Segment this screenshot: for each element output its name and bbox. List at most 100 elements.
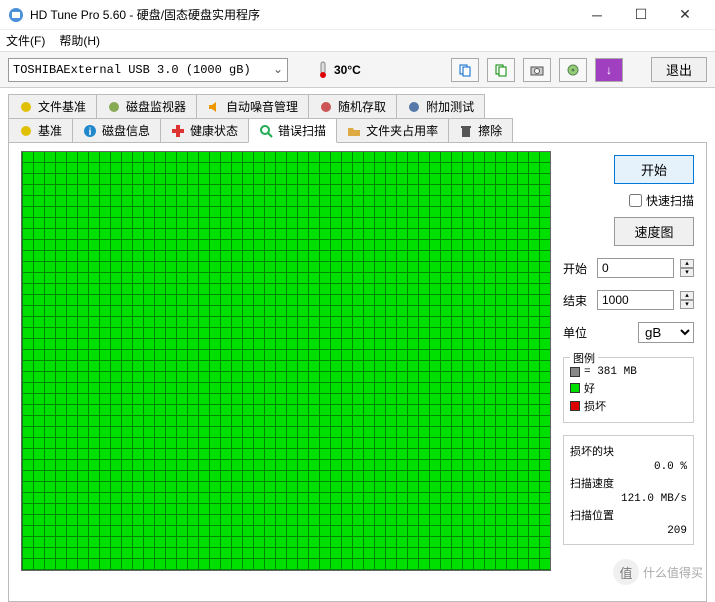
start-spinner[interactable]: ▴▾	[680, 259, 694, 277]
legend-block-label: = 381 MB	[584, 366, 637, 378]
tab-擦除[interactable]: 擦除	[448, 118, 513, 143]
damaged-value: 0.0 %	[570, 461, 687, 473]
tab-随机存取[interactable]: 随机存取	[308, 94, 397, 119]
copy-icon	[458, 63, 472, 77]
toolbar: TOSHIBAExternal USB 3.0 (1000 gB) ⌄ 30°C…	[0, 52, 715, 88]
tab-label: 自动噪音管理	[226, 98, 298, 115]
unit-select[interactable]: gB	[638, 322, 694, 343]
gear-icon	[566, 63, 580, 77]
tab-label: 磁盘信息	[102, 122, 150, 139]
legend-title: 图例	[570, 350, 598, 366]
tab-自动噪音管理[interactable]: 自动噪音管理	[196, 94, 309, 119]
tab-label: 文件夹占用率	[366, 122, 438, 139]
random-icon	[319, 100, 333, 114]
copy-button[interactable]	[451, 58, 479, 82]
end-label: 结束	[563, 292, 591, 309]
copy-text-button[interactable]	[487, 58, 515, 82]
end-input[interactable]: 1000	[597, 290, 674, 310]
watermark-text: 什么值得买	[643, 564, 703, 581]
legend-good-swatch	[570, 383, 580, 393]
tab-附加测试[interactable]: 附加测试	[396, 94, 485, 119]
tab-基准[interactable]: 基准	[8, 118, 73, 143]
start-button[interactable]: 开始	[614, 155, 694, 184]
tab-磁盘监视器[interactable]: 磁盘监视器	[96, 94, 197, 119]
tab-label: 磁盘监视器	[126, 98, 186, 115]
window-title: HD Tune Pro 5.60 - 硬盘/固态硬盘实用程序	[30, 6, 575, 23]
titlebar: HD Tune Pro 5.60 - 硬盘/固态硬盘实用程序 ─ ☐ ✕	[0, 0, 715, 30]
stats-box: 损坏的块 0.0 % 扫描速度 121.0 MB/s 扫描位置 209	[563, 435, 694, 545]
tab-label: 基准	[38, 122, 62, 139]
tab-健康状态[interactable]: 健康状态	[160, 118, 249, 143]
damaged-label: 损坏的块	[570, 443, 687, 459]
tab-label: 附加测试	[426, 98, 474, 115]
quick-scan-input[interactable]	[629, 194, 642, 207]
start-field: 开始 0 ▴▾	[563, 258, 694, 278]
save-button[interactable]: ↓	[595, 58, 623, 82]
menu-file[interactable]: 文件(F)	[6, 32, 45, 49]
legend-block-swatch	[570, 367, 580, 377]
disk-monitor-icon	[107, 100, 121, 114]
speed-label: 扫描速度	[570, 475, 687, 491]
info-icon: i	[83, 124, 97, 138]
scan-icon	[259, 124, 273, 138]
speed-value: 121.0 MB/s	[570, 493, 687, 505]
screenshot-button[interactable]	[523, 58, 551, 82]
maximize-button[interactable]: ☐	[619, 1, 663, 29]
svg-text:i: i	[89, 127, 92, 138]
start-label: 开始	[563, 260, 591, 277]
content-area: 开始 快速扫描 速度图 开始 0 ▴▾ 结束 1000 ▴▾ 单位 gB 图例 …	[8, 142, 707, 602]
tab-磁盘信息[interactable]: i 磁盘信息	[72, 118, 161, 143]
app-icon	[8, 7, 24, 23]
tabs-row2: 基准 i 磁盘信息 健康状态 错误扫描 文件夹占用率 擦除	[8, 118, 707, 142]
copy-text-icon	[494, 63, 508, 77]
unit-label: 单位	[563, 324, 591, 341]
tab-label: 擦除	[478, 122, 502, 139]
tab-label: 健康状态	[190, 122, 238, 139]
watermark: 值 什么值得买	[613, 559, 703, 585]
folder-icon	[347, 124, 361, 138]
menubar: 文件(F) 帮助(H)	[0, 30, 715, 52]
tab-文件基准[interactable]: 文件基准	[8, 94, 97, 119]
thermometer-icon	[316, 61, 330, 79]
end-field: 结束 1000 ▴▾	[563, 290, 694, 310]
legend-good-label: 好	[584, 380, 595, 396]
chevron-down-icon: ⌄	[273, 62, 283, 77]
tab-文件夹占用率[interactable]: 文件夹占用率	[336, 118, 449, 143]
bulb-yellow-icon	[19, 100, 33, 114]
drive-select-value: TOSHIBAExternal USB 3.0 (1000 gB)	[13, 63, 251, 77]
legend-bad-label: 损坏	[584, 398, 606, 414]
legend-bad-swatch	[570, 401, 580, 411]
start-input[interactable]: 0	[597, 258, 674, 278]
drive-select[interactable]: TOSHIBAExternal USB 3.0 (1000 gB) ⌄	[8, 58, 288, 82]
bulb-icon	[19, 124, 33, 138]
temperature: 30°C	[316, 61, 361, 79]
tab-错误扫描[interactable]: 错误扫描	[248, 118, 337, 143]
side-panel: 开始 快速扫描 速度图 开始 0 ▴▾ 结束 1000 ▴▾ 单位 gB 图例 …	[563, 151, 694, 593]
tab-label: 随机存取	[338, 98, 386, 115]
unit-field: 单位 gB	[563, 322, 694, 343]
quick-scan-label: 快速扫描	[646, 192, 694, 209]
tab-label: 错误扫描	[278, 122, 326, 139]
temperature-value: 30°C	[334, 63, 361, 77]
close-button[interactable]: ✕	[663, 1, 707, 29]
quick-scan-checkbox[interactable]: 快速扫描	[629, 192, 694, 209]
tabs-row1: 文件基准 磁盘监视器 自动噪音管理 随机存取 附加测试	[8, 94, 707, 118]
watermark-icon: 值	[613, 559, 639, 585]
pos-label: 扫描位置	[570, 507, 687, 523]
pos-value: 209	[570, 525, 687, 537]
exit-button[interactable]: 退出	[651, 57, 707, 82]
tab-label: 文件基准	[38, 98, 86, 115]
erase-icon	[459, 124, 473, 138]
extra-icon	[407, 100, 421, 114]
legend-box: 图例 = 381 MB 好 损坏	[563, 357, 694, 423]
down-arrow-icon: ↓	[606, 63, 612, 77]
speaker-icon	[207, 100, 221, 114]
minimize-button[interactable]: ─	[575, 1, 619, 29]
menu-help[interactable]: 帮助(H)	[59, 32, 100, 49]
end-spinner[interactable]: ▴▾	[680, 291, 694, 309]
camera-icon	[530, 63, 544, 77]
scan-grid	[21, 151, 551, 571]
health-icon	[171, 124, 185, 138]
speed-map-button[interactable]: 速度图	[614, 217, 694, 246]
settings-button[interactable]	[559, 58, 587, 82]
